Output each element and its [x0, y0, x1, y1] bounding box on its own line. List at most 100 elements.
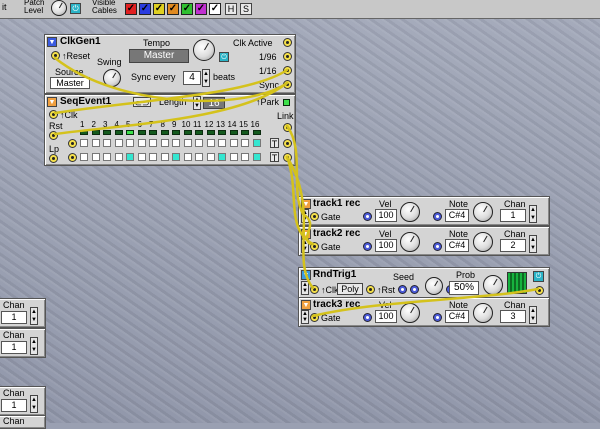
step-cell[interactable] — [160, 153, 169, 161]
length-spinner[interactable]: ▲ ▼ — [193, 96, 201, 110]
left-chan-field[interactable]: 1 — [1, 311, 27, 324]
module-menu-icon[interactable]: ▼ — [301, 300, 311, 310]
step-cell[interactable] — [149, 153, 157, 161]
row2-gate-output-port[interactable] — [283, 153, 292, 162]
cable-color-green-checkbox[interactable]: ✓ — [181, 3, 193, 15]
sync-every-field[interactable]: 4 — [183, 71, 201, 85]
step-cell[interactable] — [137, 153, 146, 161]
step-cell[interactable] — [126, 139, 134, 147]
step-cell[interactable] — [126, 153, 134, 161]
tempo-display[interactable]: Master — [129, 49, 189, 63]
left-chan-module-4[interactable]: Chan — [0, 415, 46, 429]
length-display[interactable]: 16 — [203, 97, 225, 109]
step-cell[interactable] — [229, 139, 238, 147]
track3-vel-knob[interactable] — [400, 303, 420, 323]
track2-note-knob[interactable] — [473, 232, 493, 252]
step-cell[interactable] — [218, 139, 226, 147]
step-cell[interactable] — [195, 153, 203, 161]
seqevent-module[interactable]: ▼ SeqEvent1 ⊂⊃ Length ▲ ▼ 16 ↑Park ↑Clk R… — [44, 94, 296, 166]
cable-color-red-checkbox[interactable]: ✓ — [125, 3, 137, 15]
out-1-96-port[interactable] — [283, 52, 292, 61]
step-cell[interactable] — [241, 153, 249, 161]
clock-power-toggle-icon[interactable]: ⏻ — [219, 52, 229, 62]
step-cell[interactable] — [252, 153, 261, 161]
step-cell[interactable] — [103, 139, 111, 147]
step-cell[interactable] — [149, 139, 157, 147]
left-chan-module-3[interactable]: Chan 1 ▲ ▼ — [0, 386, 46, 416]
step-cell[interactable] — [114, 139, 123, 147]
step-cell[interactable] — [91, 153, 100, 161]
rndtrig-clk-input-port[interactable] — [310, 285, 319, 294]
module-menu-icon[interactable]: ▼ — [301, 199, 311, 209]
step-cell[interactable] — [183, 139, 192, 147]
step-cell[interactable] — [206, 139, 215, 147]
track1-note-input-port[interactable] — [433, 212, 442, 221]
tempo-knob[interactable] — [193, 39, 215, 61]
track2-vel-field[interactable]: 100 — [375, 239, 397, 252]
rndtrig-output-port[interactable] — [535, 286, 544, 295]
lp-input-port[interactable] — [49, 154, 58, 163]
step-cell[interactable] — [80, 139, 88, 147]
patch-level-knob[interactable] — [51, 0, 67, 16]
track2-vel-knob[interactable] — [400, 232, 420, 252]
rst-input-port[interactable] — [49, 131, 58, 140]
cable-color-purple-checkbox[interactable]: ✓ — [195, 3, 207, 15]
track2-module[interactable]: ▼ track2 rec ▲ ▼ Gate Vel 100 Note C#4 Ch… — [298, 226, 550, 256]
prob-field[interactable]: 50% — [449, 281, 479, 295]
track3-vel-field[interactable]: 100 — [375, 310, 397, 323]
track2-chan-spinner[interactable]: ▲ ▼ — [529, 235, 537, 253]
sync-output-port[interactable] — [283, 80, 292, 89]
track2-note-input-port[interactable] — [433, 242, 442, 251]
clk-input-port[interactable] — [49, 110, 58, 119]
track3-gate-input-port[interactable] — [310, 313, 319, 322]
track1-note-field[interactable]: C#4 — [445, 209, 469, 222]
track3-vel-input-port[interactable] — [363, 313, 372, 322]
seed-input-port-b[interactable] — [410, 285, 419, 294]
module-menu-icon[interactable]: ▼ — [301, 229, 311, 239]
track1-module[interactable]: ▼ track1 rec ▲ ▼ Gate Vel 100 Note C#4 Ch… — [298, 196, 550, 226]
track2-chan-field[interactable]: 2 — [500, 239, 526, 252]
step-cell[interactable] — [218, 153, 226, 161]
track1-gate-input-port[interactable] — [310, 212, 319, 221]
track1-vel-knob[interactable] — [400, 202, 420, 222]
sync-every-spinner[interactable]: ▲ ▼ — [202, 69, 210, 87]
cable-color-white-checkbox[interactable]: ✓ — [209, 3, 221, 15]
seed-input-port-a[interactable] — [398, 285, 407, 294]
row2-output-port[interactable] — [68, 153, 77, 162]
step-cell[interactable] — [103, 153, 111, 161]
track1-note-knob[interactable] — [473, 202, 493, 222]
out-1-16-port[interactable] — [283, 66, 292, 75]
source-selector[interactable]: Master — [50, 77, 90, 89]
step-cell[interactable] — [183, 153, 192, 161]
prob-knob[interactable] — [483, 275, 503, 295]
step-cell[interactable] — [137, 139, 146, 147]
rndtrig-mode-button[interactable]: Poly — [337, 283, 363, 295]
clkgen-module[interactable]: ▼ ClkGen1 ↑Reset Tempo Master ⏻ Clk Acti… — [44, 34, 296, 94]
link-output-port[interactable] — [283, 123, 292, 132]
step-cell[interactable] — [229, 153, 238, 161]
power-toggle-icon[interactable]: ⏻ — [70, 3, 81, 14]
module-menu-icon[interactable]: ▼ — [47, 37, 57, 47]
seed-knob[interactable] — [425, 277, 443, 295]
clk-active-output-port[interactable] — [283, 38, 292, 47]
row1-gate-output-port[interactable] — [283, 139, 292, 148]
track3-note-input-port[interactable] — [433, 313, 442, 322]
step-cell[interactable] — [172, 153, 180, 161]
row2-trigger-button[interactable]: T — [270, 152, 279, 163]
hide-cables-button[interactable]: H — [225, 3, 237, 15]
step-cell[interactable] — [114, 153, 123, 161]
cable-color-yellow-checkbox[interactable]: ✓ — [153, 3, 165, 15]
track1-vel-field[interactable]: 100 — [375, 209, 397, 222]
step-cell[interactable] — [91, 139, 100, 147]
step-cell[interactable] — [241, 139, 249, 147]
rndtrig-module[interactable]: ▼ RndTrig1 ▲ ▼ ↑Clk Poly ↑Rst Seed Prob 5… — [298, 267, 550, 299]
step-cell[interactable] — [195, 139, 203, 147]
track1-gate-spinner[interactable]: ▲ ▼ — [301, 209, 309, 223]
step-cell[interactable] — [80, 153, 88, 161]
step-cell[interactable] — [252, 139, 261, 147]
track3-gate-spinner[interactable]: ▲ ▼ — [301, 310, 309, 324]
reset-input-port[interactable] — [51, 51, 60, 60]
track3-note-field[interactable]: C#4 — [445, 310, 469, 323]
track3-chan-spinner[interactable]: ▲ ▼ — [529, 306, 537, 324]
rndtrig-clk-spinner[interactable]: ▲ ▼ — [301, 281, 309, 295]
